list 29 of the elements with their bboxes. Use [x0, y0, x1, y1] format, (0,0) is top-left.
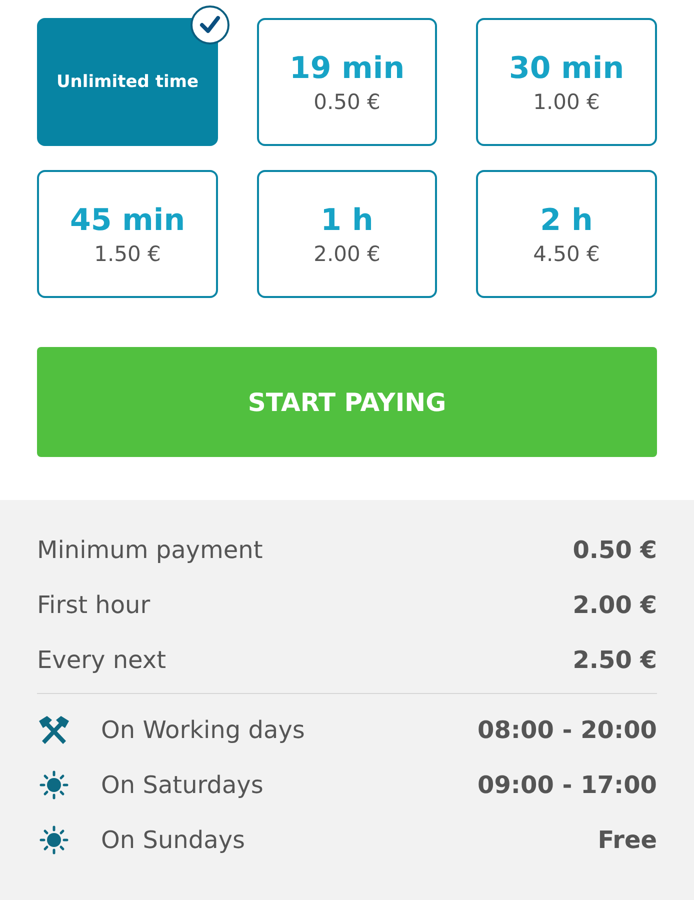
duration-label: 2 h: [540, 202, 593, 238]
price-label: 0.50 €: [314, 90, 380, 114]
time-option[interactable]: 19 min 0.50 €: [257, 18, 437, 146]
duration-label: 1 h: [320, 202, 374, 238]
schedule-hours: 08:00 - 20:00: [478, 716, 657, 744]
tariff-label: First hour: [37, 590, 152, 618]
price-label: 2.00 €: [314, 242, 380, 266]
time-option[interactable]: 45 min 1.50 €: [37, 170, 218, 298]
time-option[interactable]: 1 h 2.00 €: [257, 170, 437, 298]
tariff-label: Every next: [37, 646, 167, 674]
tariff-value: 2.00 €: [572, 590, 657, 618]
time-option[interactable]: 2 h 4.50 €: [476, 170, 657, 298]
duration-label: 19 min: [289, 50, 405, 86]
schedule-label: On Saturdays: [101, 770, 264, 798]
duration-label: Unlimited time: [56, 72, 199, 92]
price-label: 4.50 €: [533, 242, 600, 266]
time-option[interactable]: 30 min 1.00 €: [476, 18, 657, 146]
schedule-hours: 09:00 - 17:00: [478, 770, 657, 798]
schedule-hours: Free: [598, 826, 657, 854]
schedule-label: On Working days: [101, 716, 306, 744]
price-label: 1.00 €: [533, 90, 600, 114]
tariff-label: Minimum payment: [37, 536, 264, 564]
time-option[interactable]: Unlimited time: [37, 18, 218, 146]
duration-label: 45 min: [70, 202, 186, 238]
schedule-label: On Sundays: [101, 826, 246, 854]
price-label: 1.50 €: [94, 242, 161, 266]
tariff-value: 0.50 €: [572, 536, 657, 564]
duration-label: 30 min: [508, 50, 624, 86]
tariff-value: 2.50 €: [572, 646, 657, 674]
